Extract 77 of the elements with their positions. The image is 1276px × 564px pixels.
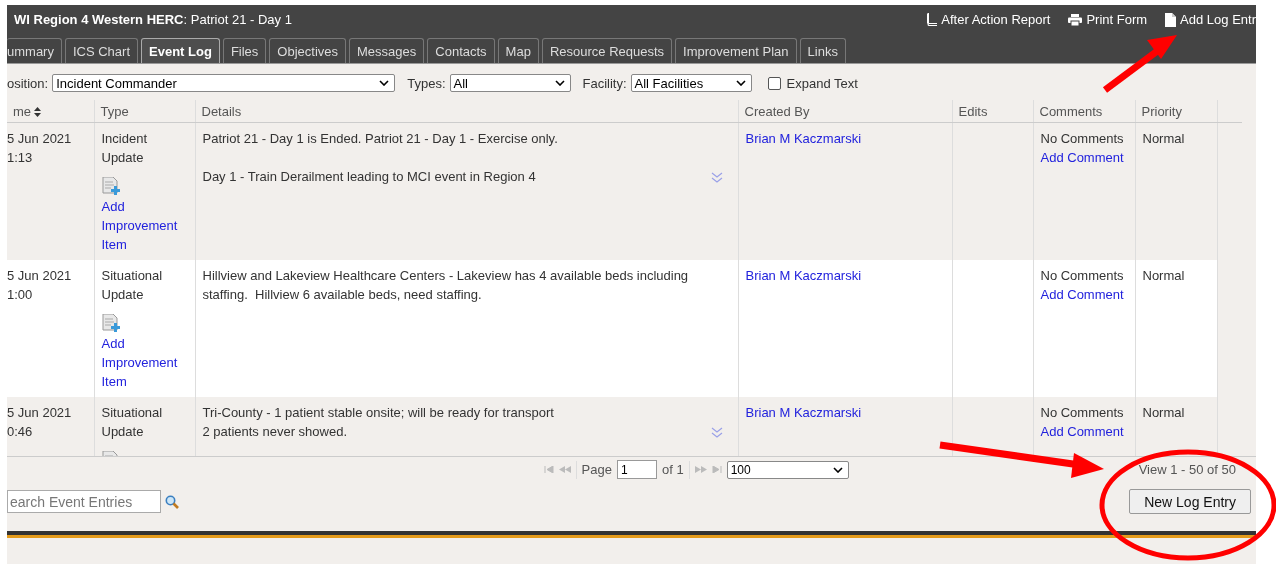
column-header: Priority [1135, 100, 1217, 123]
priority-cell: Normal [1142, 268, 1185, 283]
page-size-select[interactable]: 100 [726, 460, 849, 479]
types-select[interactable]: All [449, 74, 571, 92]
search-field[interactable]: earch Event Entries [7, 490, 161, 513]
column-header: Comments [1033, 100, 1135, 123]
comments-text: No Comments [1040, 404, 1125, 422]
document-plus-icon [101, 177, 122, 197]
header-link[interactable]: After Action Report [926, 12, 1051, 27]
expand-chevron-icon[interactable] [710, 427, 723, 439]
author-link[interactable]: Brian M Kaczmarski [745, 131, 862, 146]
details-text: Patriot 21 - Day 1 is Ended. Patriot 21 - Day 1 - Exercise only. [202, 130, 558, 148]
column-header: Details [195, 100, 738, 123]
tab[interactable]: Messages [349, 38, 425, 63]
search-icon[interactable] [165, 494, 179, 509]
tab[interactable]: Links [799, 38, 846, 63]
first-page-icon[interactable] [543, 466, 554, 473]
position-select[interactable]: Incident Commander [52, 74, 396, 92]
caret-icon [735, 80, 746, 86]
time-cell-text: 5 Jun 2021 1:00 [7, 267, 73, 304]
expand-chevron-icon[interactable] [710, 172, 723, 184]
tab[interactable]: Event Log [141, 38, 220, 63]
new-log-entry-button[interactable]: New Log Entry [1129, 489, 1251, 514]
tab[interactable]: ummary [7, 38, 62, 63]
page-count: of 1 [662, 462, 684, 477]
add-comment-link[interactable]: Add Comment [1040, 424, 1124, 439]
details-text: Tri-County - 1 patient stable onsite; will be ready for transport 2 patients never showed. [202, 404, 554, 441]
type-cell-text: Situational Update [101, 404, 164, 441]
add-comment-link[interactable]: Add Comment [1040, 150, 1124, 165]
type-cell-text: Incident Update [101, 130, 149, 167]
comments-text: No Comments [1040, 130, 1125, 148]
types-label: Types: [407, 75, 446, 91]
tab[interactable]: Contacts [427, 38, 495, 63]
time-cell-text: 5 Jun 2021 1:13 [7, 130, 73, 167]
tab[interactable]: Map [497, 38, 539, 63]
author-link[interactable]: Brian M Kaczmarski [745, 268, 862, 283]
expand-text-checkbox[interactable] [767, 76, 781, 90]
details-text: Day 1 - Train Derailment leading to MCI event in Region 4 [202, 168, 536, 186]
add-comment-link[interactable]: Add Comment [1040, 287, 1124, 302]
position-label: osition: [7, 75, 49, 91]
last-page-icon[interactable] [711, 466, 722, 473]
header-link[interactable]: Print Form [1068, 12, 1148, 27]
add-improvement-link[interactable]: Add Improvement Item [101, 197, 188, 254]
header-link[interactable]: Add Log Entr [1165, 12, 1256, 27]
column-header: Created By [738, 100, 952, 123]
author-link[interactable]: Brian M Kaczmarski [745, 405, 862, 420]
caret-icon [554, 80, 565, 86]
record-count: View 1 - 50 of 50 [1138, 462, 1237, 477]
tab[interactable]: Objectives [269, 38, 347, 63]
tab[interactable]: Resource Requests [541, 38, 673, 63]
next-page-icon[interactable] [694, 466, 707, 473]
tab[interactable]: Improvement Plan [675, 38, 797, 63]
expand-text-label: Expand Text [786, 75, 858, 91]
details-text: Hillview and Lakeview Healthcare Centers - Lakeview has 4 available beds including staffing. Hillview 6 available beds, need staffing. [202, 267, 690, 304]
tab[interactable]: Files [222, 38, 267, 63]
priority-cell: Normal [1142, 405, 1185, 420]
document-plus-icon [101, 314, 122, 334]
previous-page-icon[interactable] [558, 466, 571, 473]
facility-label: Facility: [582, 75, 627, 91]
caret-icon [832, 466, 843, 473]
column-header: Edits [952, 100, 1033, 123]
type-cell-text: Situational Update [101, 267, 164, 304]
column-header: Type [94, 100, 195, 123]
printer-icon [1068, 13, 1083, 26]
tab[interactable]: ICS Chart [64, 38, 139, 63]
facility-select[interactable]: All Facilities [630, 74, 752, 92]
sort-icon [34, 106, 42, 117]
document-icon [1165, 12, 1177, 27]
caret-icon [379, 80, 390, 86]
page-input[interactable]: 1 [617, 460, 657, 479]
page-label: Page [581, 462, 612, 477]
priority-cell: Normal [1142, 131, 1185, 146]
column-header[interactable]: me [7, 100, 94, 123]
time-cell-text: 5 Jun 2021 0:46 [7, 404, 73, 441]
comments-text: No Comments [1040, 267, 1125, 285]
add-improvement-link[interactable]: Add Improvement Item [101, 334, 188, 391]
event-title: WI Region 4 Western HERC: Patriot 21 - Day 1 [14, 12, 292, 27]
